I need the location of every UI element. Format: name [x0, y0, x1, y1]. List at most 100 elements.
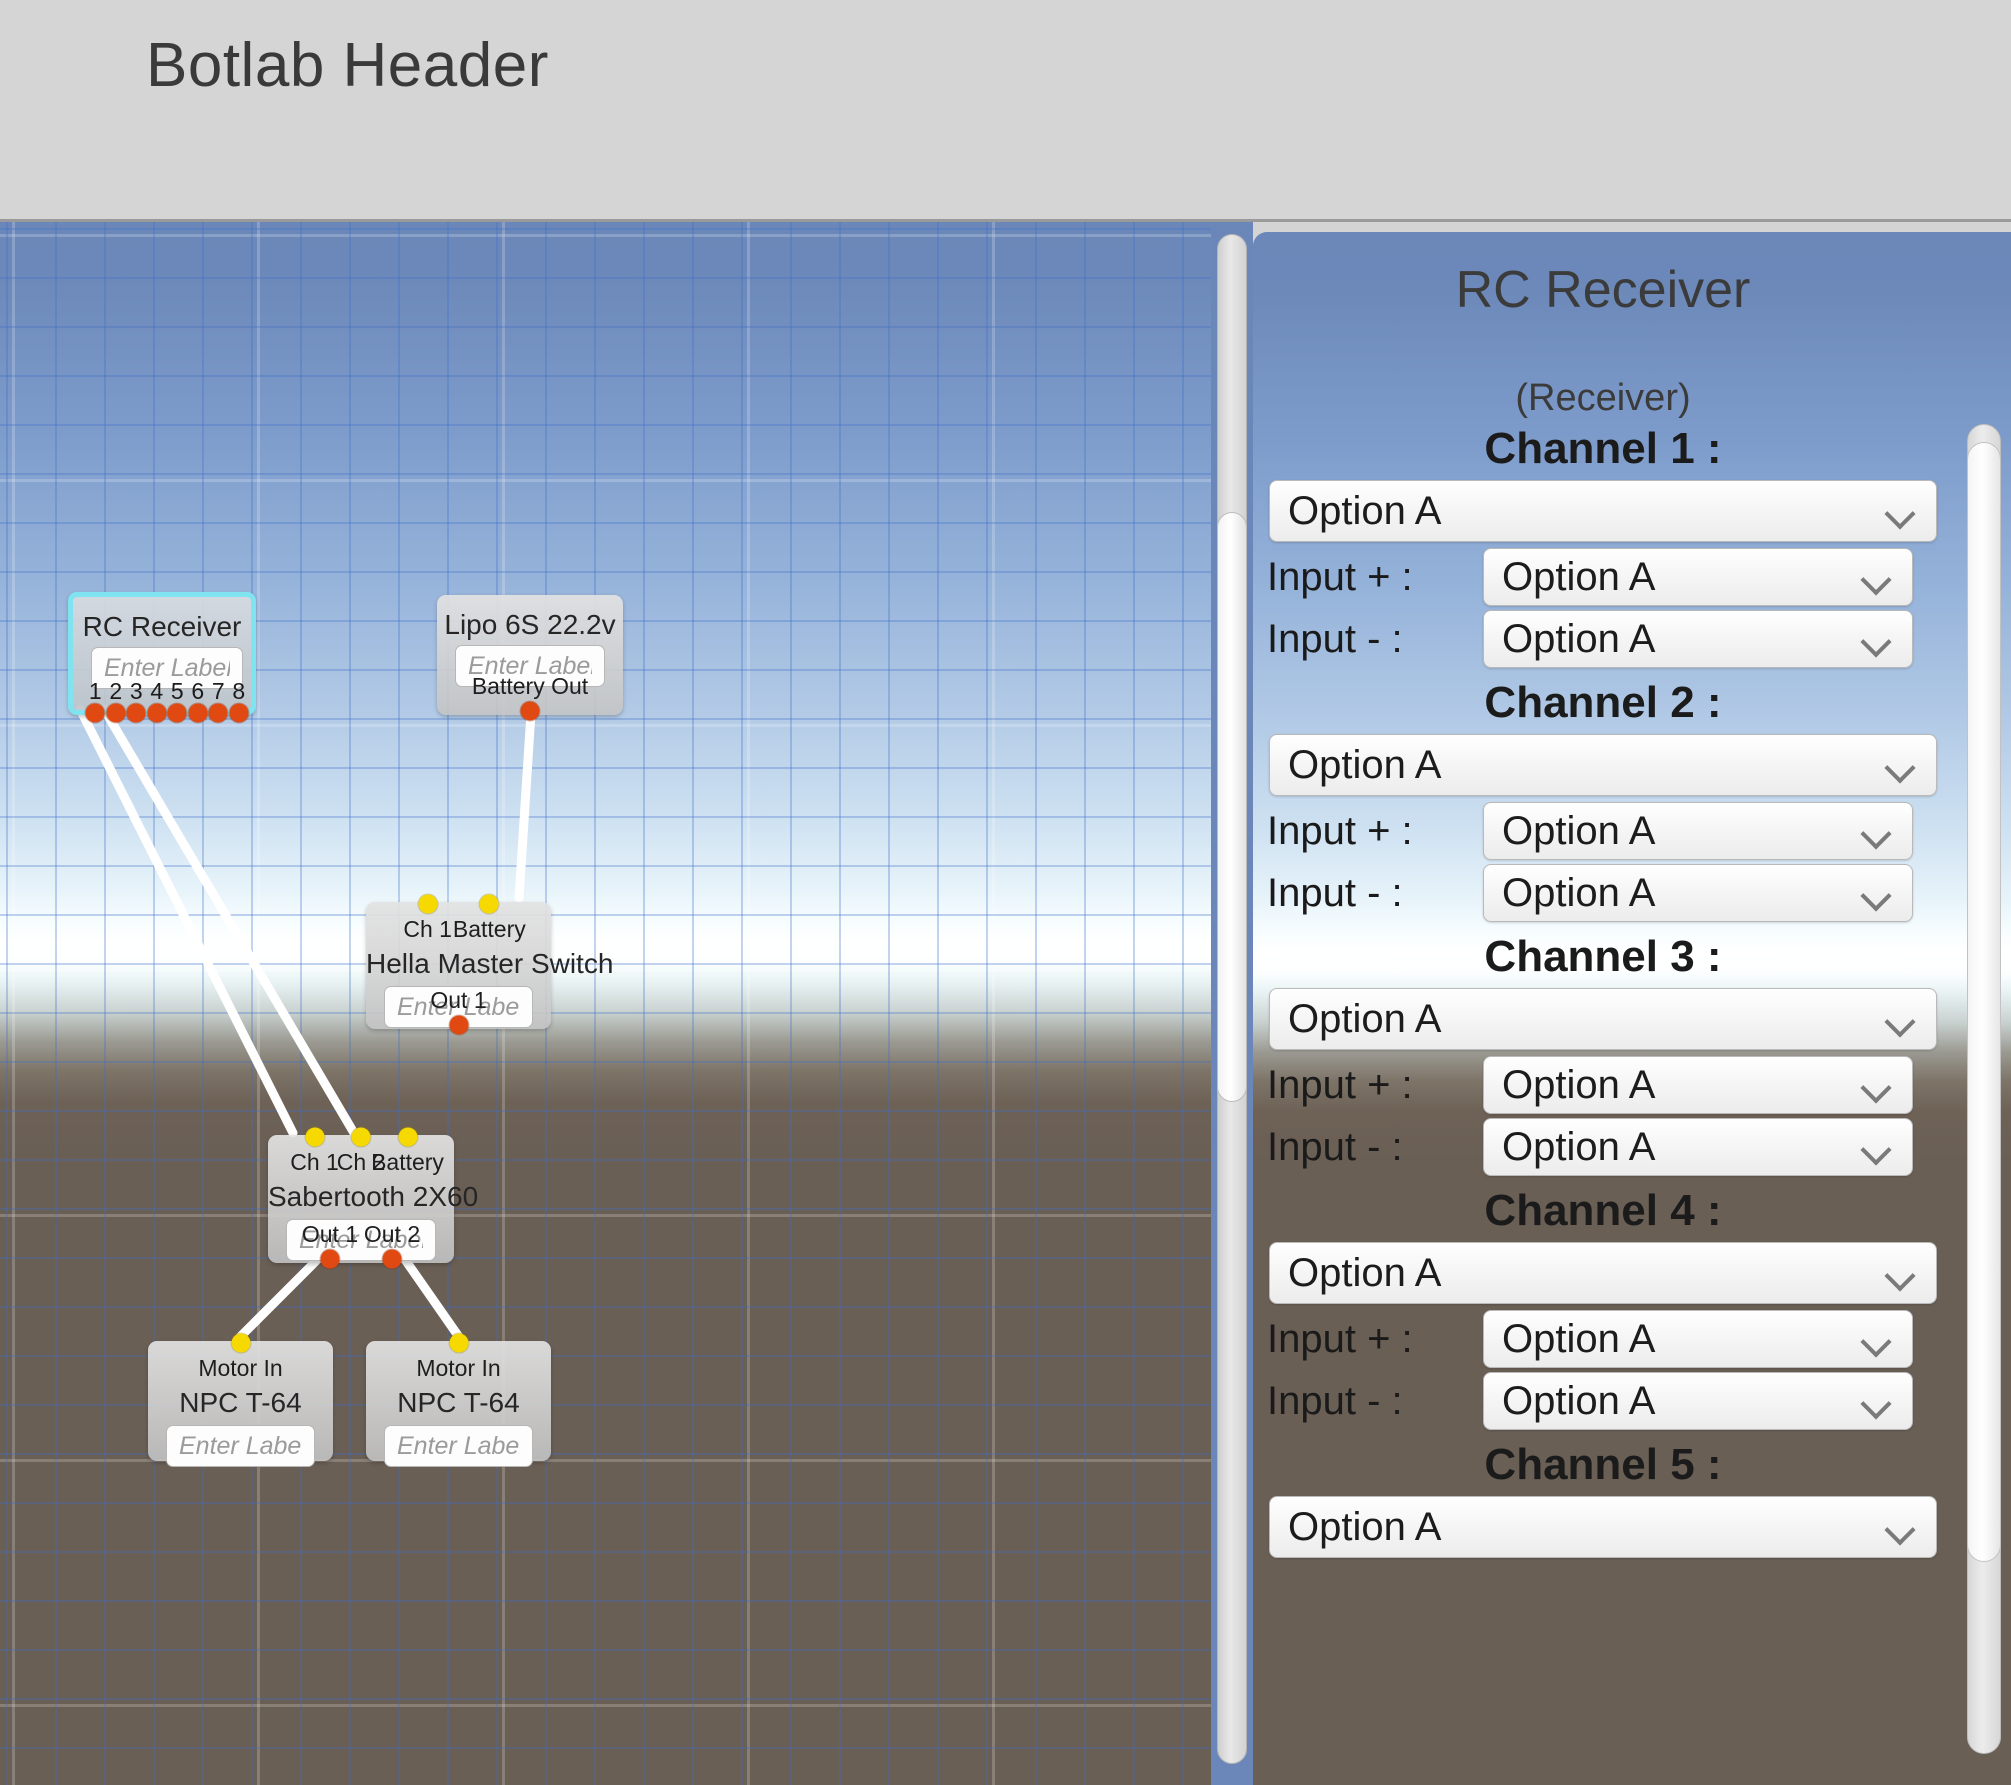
- selected-option-label: Option A: [1484, 1125, 1860, 1170]
- pin-number-3: 3: [130, 678, 143, 705]
- selected-option-label: Option A: [1270, 1251, 1884, 1296]
- selected-option-label: Option A: [1484, 1379, 1860, 1424]
- connection-wire[interactable]: [104, 709, 354, 1133]
- node-title: Sabertooth 2X60: [268, 1183, 454, 1211]
- node-label-input[interactable]: [384, 1425, 533, 1467]
- node-npc-t64-right[interactable]: Motor InNPC T-64: [366, 1341, 551, 1461]
- properties-panel: RC Receiver (Receiver) Channel 1 :Option…: [1253, 232, 2011, 1785]
- output-port-0[interactable]: [449, 1016, 468, 1035]
- input-port-2[interactable]: [398, 1128, 417, 1147]
- input-port-0[interactable]: [305, 1128, 324, 1147]
- properties-panel-title: RC Receiver: [1253, 260, 1953, 320]
- node-sabertooth-2x60[interactable]: Ch 1Ch 2BatterySabertooth 2X60Out 1Out 2: [268, 1135, 454, 1263]
- input-minus-select[interactable]: Option A: [1483, 610, 1913, 668]
- chevron-down-icon: [1860, 560, 1894, 594]
- node-npc-t64-left[interactable]: Motor InNPC T-64: [148, 1341, 333, 1461]
- input-plus-select[interactable]: Option A: [1483, 548, 1913, 606]
- selected-option-label: Option A: [1270, 997, 1884, 1042]
- channel-select[interactable]: Option A: [1269, 988, 1937, 1050]
- input-minus-select[interactable]: Option A: [1483, 864, 1913, 922]
- diagram-canvas[interactable]: RC Receiver12345678 Lipo 6S 22.2vBattery …: [0, 222, 1211, 1785]
- channel-heading: Channel 1 :: [1253, 418, 1953, 476]
- input-minus-select[interactable]: Option A: [1483, 1118, 1913, 1176]
- port-label-in-2: Battery: [371, 1149, 444, 1176]
- panel-vertical-scrollbar[interactable]: [1967, 424, 2001, 1754]
- input-plus-select[interactable]: Option A: [1483, 1310, 1913, 1368]
- channel-select[interactable]: Option A: [1269, 1496, 1937, 1558]
- input-plus-row: Input + :Option A: [1267, 1310, 1965, 1368]
- output-port-2[interactable]: [106, 704, 125, 723]
- port-label-in-0: Ch 1: [290, 1149, 339, 1176]
- application-window: Botlab Header RC Receiver12345678 Lipo 6S…: [0, 0, 2011, 1785]
- channel-heading: Channel 4 :: [1253, 1180, 1953, 1238]
- channel-block-3: Channel 3 :Option AInput + :Option AInpu…: [1253, 926, 1965, 1176]
- channel-select[interactable]: Option A: [1269, 480, 1937, 542]
- node-rc-receiver[interactable]: RC Receiver12345678: [68, 592, 256, 715]
- app-header: Botlab Header: [0, 0, 2011, 222]
- selected-option-label: Option A: [1270, 489, 1884, 534]
- input-port-0[interactable]: [231, 1334, 250, 1353]
- chevron-down-icon: [1884, 1256, 1918, 1290]
- input-port-0[interactable]: [449, 1334, 468, 1353]
- output-port-8[interactable]: [229, 704, 248, 723]
- pin-number-1: 1: [89, 678, 102, 705]
- pin-number-6: 6: [191, 678, 204, 705]
- chevron-down-icon: [1860, 1384, 1894, 1418]
- chevron-down-icon: [1860, 1322, 1894, 1356]
- channel-select[interactable]: Option A: [1269, 1242, 1937, 1304]
- port-label-in-0: Ch 1: [403, 916, 452, 943]
- selected-option-label: Option A: [1484, 555, 1860, 600]
- output-port-0[interactable]: [521, 702, 540, 721]
- input-plus-select[interactable]: Option A: [1483, 802, 1913, 860]
- output-port-0[interactable]: [321, 1250, 340, 1269]
- input-port-1[interactable]: [352, 1128, 371, 1147]
- chevron-down-icon: [1860, 876, 1894, 910]
- connection-layer: [0, 222, 1211, 1785]
- pin-number-8: 8: [232, 678, 245, 705]
- input-plus-select[interactable]: Option A: [1483, 1056, 1913, 1114]
- page-title: Botlab Header: [146, 30, 549, 101]
- node-lipo-battery[interactable]: Lipo 6S 22.2vBattery Out: [437, 595, 623, 715]
- output-port-4[interactable]: [147, 704, 166, 723]
- output-port-1[interactable]: [383, 1250, 402, 1269]
- pin-number-5: 5: [171, 678, 184, 705]
- connection-wire[interactable]: [406, 1261, 459, 1337]
- chevron-down-icon: [1884, 1002, 1918, 1036]
- output-port-1[interactable]: [86, 704, 105, 723]
- input-plus-label: Input + :: [1267, 1317, 1483, 1362]
- canvas-vertical-scrollbar[interactable]: [1211, 222, 1253, 1785]
- selected-option-label: Option A: [1484, 871, 1860, 916]
- node-hella-master-switch[interactable]: Ch 1Battery Hella Master Switch Out 1: [366, 902, 551, 1029]
- channel-select[interactable]: Option A: [1269, 734, 1937, 796]
- input-minus-label: Input - :: [1267, 1125, 1483, 1170]
- connection-wire[interactable]: [240, 1261, 316, 1337]
- port-label-in-1: Battery: [453, 916, 526, 943]
- chevron-down-icon: [1860, 1130, 1894, 1164]
- selected-option-label: Option A: [1270, 743, 1884, 788]
- input-minus-label: Input - :: [1267, 871, 1483, 916]
- output-port-7[interactable]: [209, 704, 228, 723]
- input-port-1[interactable]: [480, 895, 499, 914]
- panel-scrollbar-thumb[interactable]: [1967, 442, 2001, 1562]
- connection-wire[interactable]: [519, 713, 531, 898]
- channel-block-2: Channel 2 :Option AInput + :Option AInpu…: [1253, 672, 1965, 922]
- input-minus-select[interactable]: Option A: [1483, 1372, 1913, 1430]
- output-port-5[interactable]: [168, 704, 187, 723]
- node-label-input[interactable]: [166, 1425, 315, 1467]
- port-label-out-0: Out 1: [430, 987, 486, 1014]
- chevron-down-icon: [1884, 494, 1918, 528]
- input-plus-row: Input + :Option A: [1267, 548, 1965, 606]
- connection-wire[interactable]: [80, 709, 293, 1133]
- channel-list: Channel 1 :Option AInput + :Option AInpu…: [1253, 418, 1965, 1564]
- input-plus-label: Input + :: [1267, 555, 1483, 600]
- selected-option-label: Option A: [1484, 1317, 1860, 1362]
- output-port-3[interactable]: [127, 704, 146, 723]
- output-port-6[interactable]: [188, 704, 207, 723]
- node-title: Hella Master Switch: [366, 950, 551, 978]
- input-port-0[interactable]: [418, 895, 437, 914]
- selected-option-label: Option A: [1484, 1063, 1860, 1108]
- port-label-in-0: Motor In: [416, 1355, 500, 1382]
- canvas-scrollbar-thumb[interactable]: [1217, 512, 1247, 1102]
- input-plus-label: Input + :: [1267, 809, 1483, 854]
- channel-block-1: Channel 1 :Option AInput + :Option AInpu…: [1253, 418, 1965, 668]
